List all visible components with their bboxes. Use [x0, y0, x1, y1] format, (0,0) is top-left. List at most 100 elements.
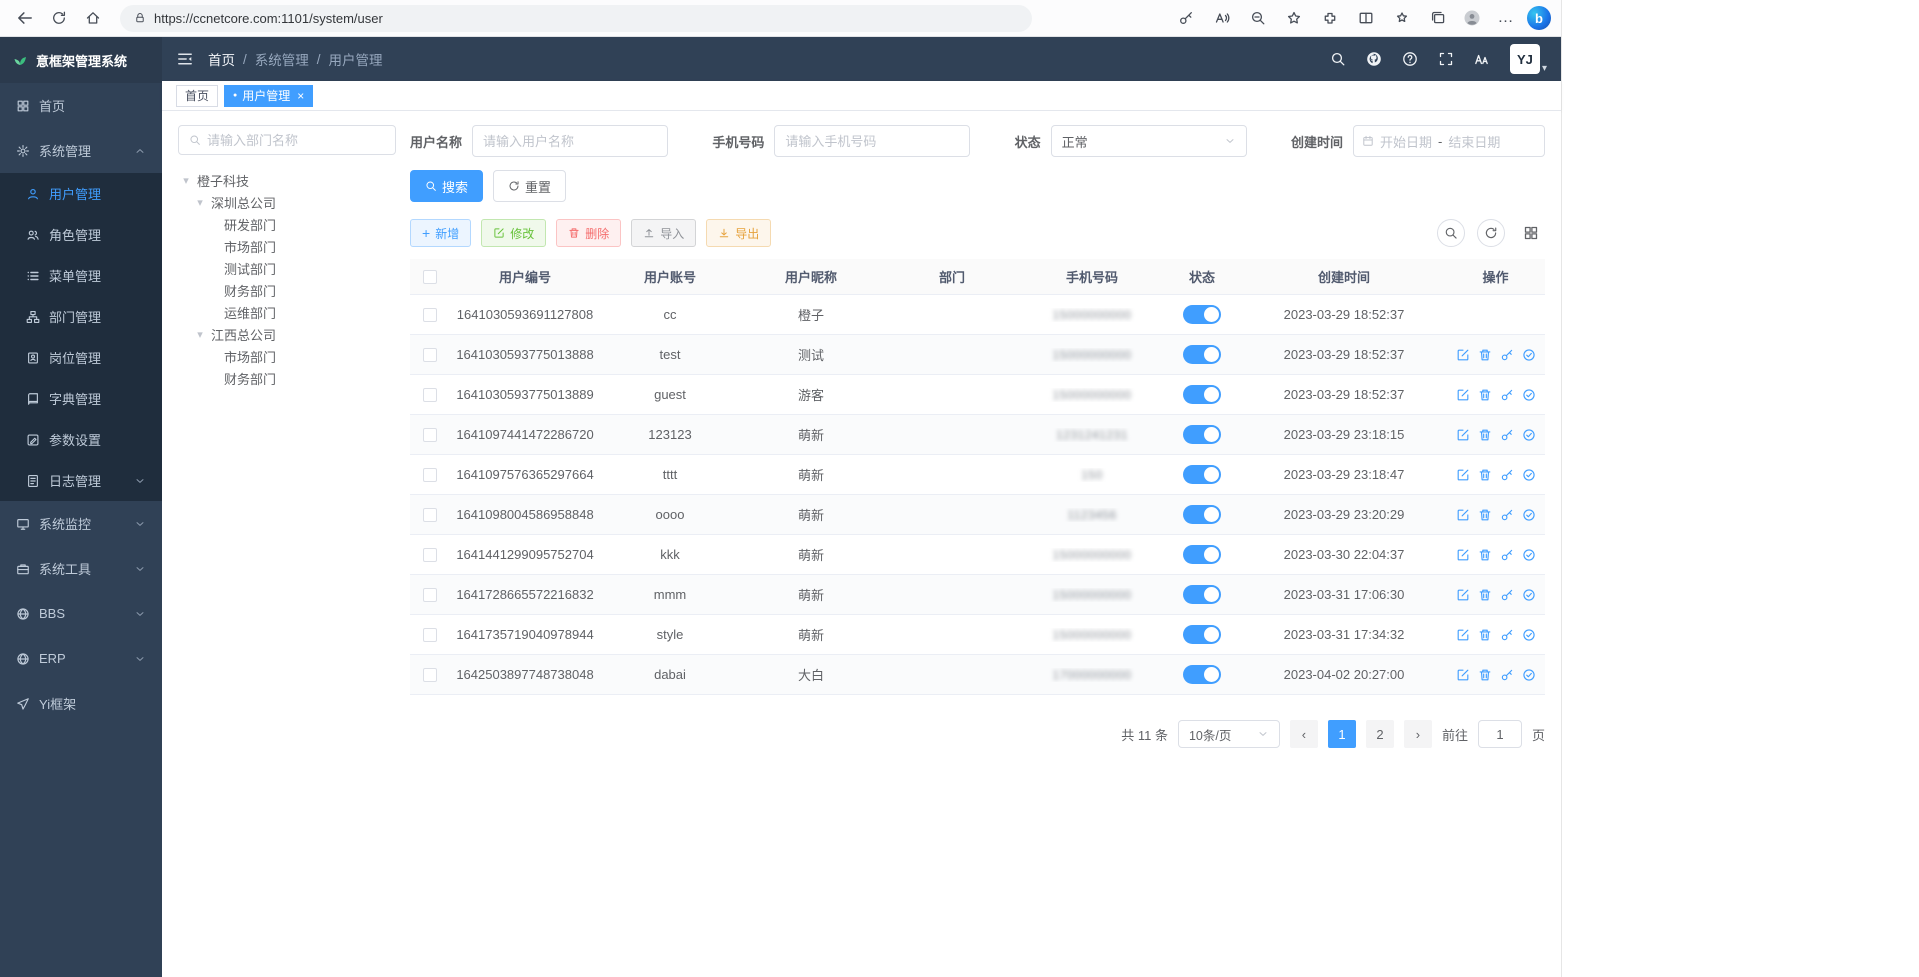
- status-toggle[interactable]: [1183, 305, 1221, 324]
- add-button[interactable]: +新增: [410, 219, 471, 247]
- profile-avatar[interactable]: [1459, 5, 1485, 31]
- search-button[interactable]: 搜索: [410, 170, 483, 202]
- assign-role-icon[interactable]: [1522, 548, 1536, 562]
- status-toggle[interactable]: [1183, 385, 1221, 404]
- page-1-button[interactable]: 1: [1328, 720, 1356, 748]
- row-checkbox[interactable]: [423, 348, 437, 362]
- reset-password-icon[interactable]: [1500, 548, 1514, 562]
- close-tab-icon[interactable]: ×: [297, 89, 304, 103]
- assign-role-icon[interactable]: [1522, 668, 1536, 682]
- row-checkbox[interactable]: [423, 628, 437, 642]
- github-icon[interactable]: [1366, 51, 1382, 67]
- row-checkbox[interactable]: [423, 508, 437, 522]
- delete-row-icon[interactable]: [1478, 628, 1492, 642]
- status-toggle[interactable]: [1183, 505, 1221, 524]
- status-select[interactable]: 正常: [1051, 125, 1247, 157]
- sidebar-item-params[interactable]: 参数设置: [0, 419, 162, 460]
- back-icon[interactable]: [10, 4, 40, 32]
- help-icon[interactable]: [1402, 51, 1418, 67]
- delete-row-icon[interactable]: [1478, 388, 1492, 402]
- row-checkbox[interactable]: [423, 428, 437, 442]
- assign-role-icon[interactable]: [1522, 428, 1536, 442]
- reset-password-icon[interactable]: [1500, 668, 1514, 682]
- edit-row-icon[interactable]: [1456, 508, 1470, 522]
- menu-fold-icon[interactable]: [176, 50, 194, 68]
- delete-row-icon[interactable]: [1478, 668, 1492, 682]
- modify-button[interactable]: 修改: [481, 219, 546, 247]
- more-menu-icon[interactable]: …: [1491, 4, 1521, 32]
- zoom-icon[interactable]: [1243, 4, 1273, 32]
- phone-input[interactable]: [785, 134, 959, 149]
- edit-row-icon[interactable]: [1456, 468, 1470, 482]
- sidebar-item-yi-framework[interactable]: Yi框架: [0, 681, 162, 726]
- reset-button[interactable]: 重置: [493, 170, 566, 202]
- refresh-table-icon[interactable]: [1477, 219, 1505, 247]
- delete-row-icon[interactable]: [1478, 548, 1492, 562]
- sidebar-item-menu-mgmt[interactable]: 菜单管理: [0, 255, 162, 296]
- assign-role-icon[interactable]: [1522, 468, 1536, 482]
- sidebar-item-dict-mgmt[interactable]: 字典管理: [0, 378, 162, 419]
- sidebar-item-tools[interactable]: 系统工具: [0, 546, 162, 591]
- password-key-icon[interactable]: [1171, 4, 1201, 32]
- delete-row-icon[interactable]: [1478, 588, 1492, 602]
- status-toggle[interactable]: [1183, 425, 1221, 444]
- page-size-select[interactable]: 10条/页: [1178, 720, 1280, 748]
- tree-node-dept[interactable]: 市场部门: [178, 345, 396, 367]
- tab-home[interactable]: 首页: [176, 85, 218, 107]
- assign-role-icon[interactable]: [1522, 388, 1536, 402]
- toggle-search-icon[interactable]: [1437, 219, 1465, 247]
- status-toggle[interactable]: [1183, 545, 1221, 564]
- address-bar[interactable]: https://ccnetcore.com:1101/system/user: [120, 5, 1032, 32]
- assign-role-icon[interactable]: [1522, 628, 1536, 642]
- user-avatar[interactable]: YJ: [1510, 44, 1540, 74]
- favorites-bar-icon[interactable]: [1387, 4, 1417, 32]
- reset-password-icon[interactable]: [1500, 428, 1514, 442]
- tree-node-dept[interactable]: 财务部门: [178, 279, 396, 301]
- tree-node-company[interactable]: ▾深圳总公司: [178, 191, 396, 213]
- select-all-checkbox[interactable]: [423, 270, 437, 284]
- sidebar-item-role-mgmt[interactable]: 角色管理: [0, 214, 162, 255]
- extensions-icon[interactable]: [1315, 4, 1345, 32]
- tab-user-mgmt[interactable]: ● 用户管理 ×: [224, 85, 313, 107]
- status-toggle[interactable]: [1183, 625, 1221, 644]
- tree-node-company[interactable]: ▾江西总公司: [178, 323, 396, 345]
- reset-password-icon[interactable]: [1500, 588, 1514, 602]
- sidebar-item-home[interactable]: 首页: [0, 83, 162, 128]
- tree-expand-icon[interactable]: ▾: [180, 174, 192, 187]
- row-checkbox[interactable]: [423, 588, 437, 602]
- delete-row-icon[interactable]: [1478, 508, 1492, 522]
- edit-row-icon[interactable]: [1456, 628, 1470, 642]
- breadcrumb-home[interactable]: 首页: [208, 49, 235, 69]
- read-aloud-icon[interactable]: [1207, 4, 1237, 32]
- edit-row-icon[interactable]: [1456, 348, 1470, 362]
- status-toggle[interactable]: [1183, 585, 1221, 604]
- status-toggle[interactable]: [1183, 465, 1221, 484]
- font-size-icon[interactable]: [1474, 51, 1490, 67]
- delete-button[interactable]: 删除: [556, 219, 621, 247]
- import-button[interactable]: 导入: [631, 219, 696, 247]
- row-checkbox[interactable]: [423, 548, 437, 562]
- edit-row-icon[interactable]: [1456, 668, 1470, 682]
- copilot-bing-icon[interactable]: b: [1527, 6, 1551, 30]
- tree-node-dept[interactable]: 财务部门: [178, 367, 396, 389]
- prev-page-button[interactable]: ‹: [1290, 720, 1318, 748]
- assign-role-icon[interactable]: [1522, 508, 1536, 522]
- username-input[interactable]: [483, 134, 657, 149]
- collections-icon[interactable]: [1423, 4, 1453, 32]
- assign-role-icon[interactable]: [1522, 588, 1536, 602]
- reset-password-icon[interactable]: [1500, 388, 1514, 402]
- dept-search-input[interactable]: [207, 133, 385, 148]
- date-range-picker[interactable]: 开始日期 - 结束日期: [1353, 125, 1545, 157]
- row-checkbox[interactable]: [423, 308, 437, 322]
- assign-role-icon[interactable]: [1522, 348, 1536, 362]
- sidebar-item-dept-mgmt[interactable]: 部门管理: [0, 296, 162, 337]
- reset-password-icon[interactable]: [1500, 508, 1514, 522]
- next-page-button[interactable]: ›: [1404, 720, 1432, 748]
- column-settings-icon[interactable]: [1517, 219, 1545, 247]
- delete-row-icon[interactable]: [1478, 348, 1492, 362]
- tree-node-root[interactable]: ▾橙子科技: [178, 169, 396, 191]
- export-button[interactable]: 导出: [706, 219, 771, 247]
- delete-row-icon[interactable]: [1478, 428, 1492, 442]
- edit-row-icon[interactable]: [1456, 588, 1470, 602]
- tree-expand-icon[interactable]: ▾: [194, 328, 206, 341]
